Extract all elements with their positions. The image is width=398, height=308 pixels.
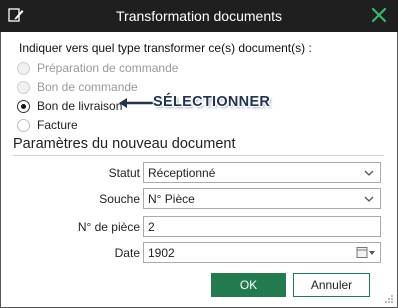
piece-value: 2 xyxy=(148,220,155,234)
radio-label: Bon de commande xyxy=(37,80,138,94)
ok-button[interactable]: OK xyxy=(211,273,286,297)
statut-value: Réceptionné xyxy=(148,166,216,180)
radio-facture[interactable]: Facture xyxy=(17,117,78,133)
section-title: Paramètres du nouveau document xyxy=(13,136,236,152)
resize-grip-icon[interactable] xyxy=(384,294,394,304)
radio-button[interactable] xyxy=(17,118,30,132)
chevron-down-icon xyxy=(364,196,374,202)
souche-select[interactable]: N° Pièce xyxy=(143,188,381,209)
section-divider xyxy=(13,155,384,156)
date-label: Date xyxy=(114,246,140,260)
window-title: Transformation documents xyxy=(116,8,282,24)
piece-label: N° de pièce xyxy=(77,220,140,234)
radio-label: Bon de livraison xyxy=(37,99,123,113)
radio-button-checked[interactable] xyxy=(17,99,30,113)
statut-select[interactable]: Réceptionné xyxy=(143,162,381,183)
question-label: Indiquer vers quel type transformer ce(s… xyxy=(19,41,312,55)
radio-bon-de-commande[interactable]: Bon de commande xyxy=(17,79,138,95)
arrow-left-icon xyxy=(119,98,156,108)
chevron-down-icon xyxy=(364,170,374,176)
souche-label: Souche xyxy=(99,192,140,206)
cancel-button[interactable]: Annuler xyxy=(293,273,370,297)
radio-button[interactable] xyxy=(17,80,30,94)
piece-input[interactable]: 2 xyxy=(143,216,381,237)
radio-label: Facture xyxy=(37,118,78,132)
close-icon[interactable] xyxy=(370,6,388,24)
calendar-dropdown-icon[interactable] xyxy=(356,246,376,260)
radio-button[interactable] xyxy=(17,61,30,75)
souche-value: N° Pièce xyxy=(148,192,195,206)
select-annotation: SÉLECTIONNER xyxy=(153,94,271,110)
date-input[interactable]: 1902 xyxy=(143,242,381,263)
radio-bon-de-livraison[interactable]: Bon de livraison xyxy=(17,98,122,114)
radio-preparation-commande[interactable]: Préparation de commande xyxy=(17,60,178,76)
date-value: 1902 xyxy=(148,246,175,260)
radio-label: Préparation de commande xyxy=(37,61,179,75)
statut-label: Statut xyxy=(108,166,140,180)
title-bar: Transformation documents xyxy=(0,0,398,32)
